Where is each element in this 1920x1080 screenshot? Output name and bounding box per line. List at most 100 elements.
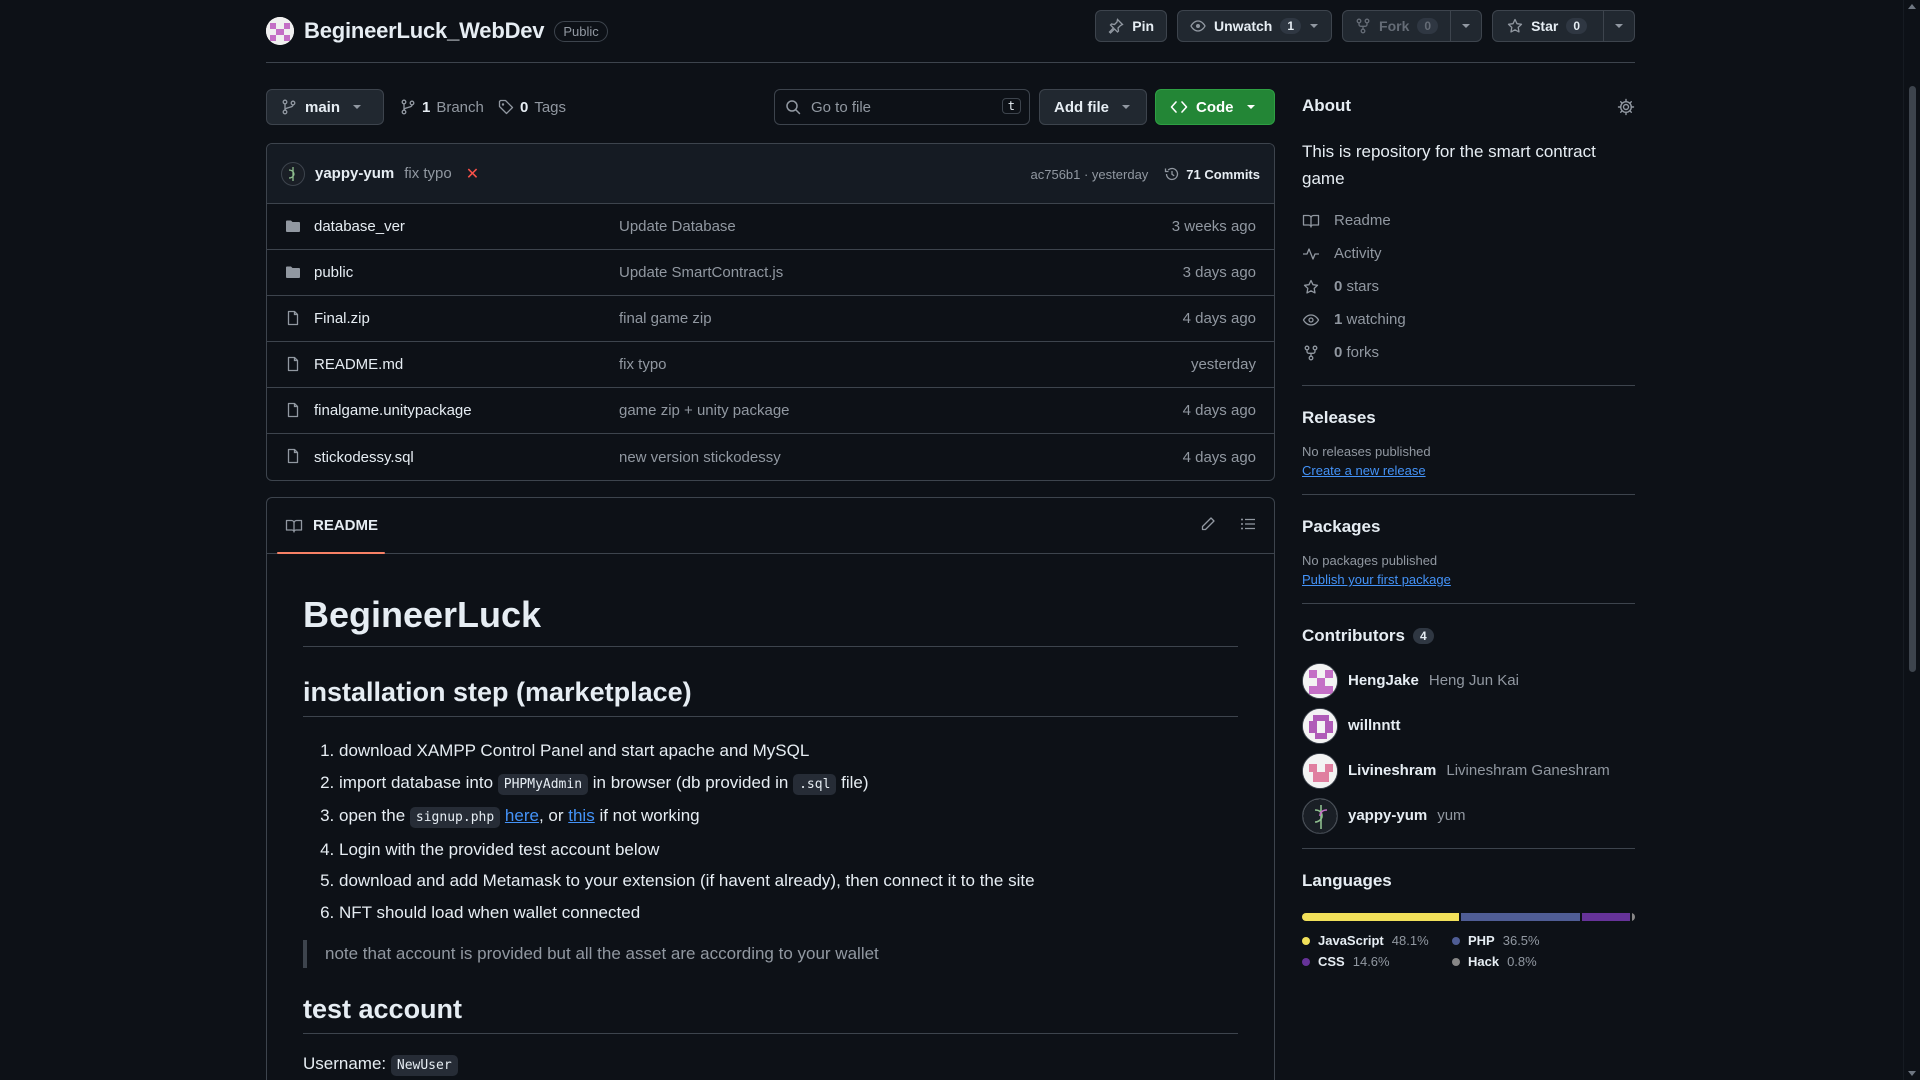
contributor-item[interactable]: HengJake Heng Jun Kai — [1302, 658, 1635, 703]
star-dropdown[interactable] — [1603, 11, 1634, 41]
file-date: 3 days ago — [1182, 264, 1256, 281]
language-item[interactable]: CSS 14.6% — [1302, 954, 1452, 969]
create-release-link[interactable]: Create a new release — [1302, 463, 1635, 478]
contributor-item[interactable]: Livineshram Livineshram Ganeshram — [1302, 748, 1635, 793]
branches-link[interactable]: 1 Branch — [400, 89, 484, 125]
file-name-link[interactable]: Final.zip — [314, 310, 370, 327]
file-row: finalgame.unitypackage game zip + unity p… — [267, 388, 1274, 434]
step-2-text-a: import database into — [339, 772, 498, 792]
language-item[interactable]: PHP 36.5% — [1452, 933, 1602, 948]
star-button[interactable]: Star 0 — [1493, 11, 1603, 41]
contributor-item[interactable]: yappy-yum yum — [1302, 793, 1635, 838]
watching-link[interactable]: 1 watching — [1302, 303, 1635, 336]
install-heading: installation step (marketplace) — [303, 677, 1238, 717]
publish-package-link[interactable]: Publish your first package — [1302, 572, 1635, 587]
file-commit-message[interactable]: final game zip — [619, 310, 712, 327]
commit-message[interactable]: fix typo — [404, 165, 452, 182]
commit-meta: ac756b1 · yesterday 71 Commits — [1031, 144, 1261, 204]
scroll-up-arrow[interactable] — [1908, 4, 1916, 9]
repo-name-link[interactable]: BegineerLuck_WebDev — [304, 18, 545, 44]
file-name-link[interactable]: database_ver — [314, 218, 405, 235]
file-commit-message[interactable]: game zip + unity package — [619, 402, 790, 419]
this-link[interactable]: this — [568, 806, 594, 825]
file-commit-message[interactable]: Update Database — [619, 218, 736, 235]
gear-icon[interactable] — [1617, 98, 1635, 116]
file-icon — [285, 356, 301, 372]
file-commit-message[interactable]: new version stickodessy — [619, 449, 781, 466]
readme-header: README — [267, 498, 1274, 554]
pin-button[interactable]: Pin — [1095, 10, 1168, 42]
contributor-login[interactable]: HengJake — [1348, 672, 1419, 689]
owner-avatar[interactable] — [266, 17, 294, 45]
contributors-heading[interactable]: Contributors 4 — [1302, 626, 1635, 646]
step-4: Login with the provided test account bel… — [339, 834, 1238, 866]
activity-link[interactable]: Activity — [1302, 237, 1635, 270]
unwatch-button[interactable]: Unwatch 1 — [1178, 11, 1331, 41]
language-name: JavaScript — [1318, 933, 1384, 948]
ci-failed-icon[interactable]: ✕ — [466, 164, 479, 184]
edit-pencil-icon[interactable] — [1200, 516, 1216, 532]
branches-label: Branch — [436, 98, 484, 116]
add-file-button[interactable]: Add file — [1039, 89, 1147, 125]
fork-icon — [1302, 345, 1320, 361]
language-item[interactable]: Hack 0.8% — [1452, 954, 1602, 969]
avatar[interactable] — [1302, 662, 1338, 699]
packages-heading[interactable]: Packages — [1302, 517, 1635, 537]
readme-link[interactable]: Readme — [1302, 204, 1635, 237]
file-row: Final.zip final game zip 4 days ago — [267, 296, 1274, 342]
file-commit-message[interactable]: Update SmartContract.js — [619, 264, 783, 281]
stars-link[interactable]: 0 stars — [1302, 270, 1635, 303]
forks-link[interactable]: 0 forks — [1302, 336, 1635, 369]
fork-button[interactable]: Fork 0 — [1343, 11, 1450, 41]
commits-history-link[interactable]: 71 Commits — [1164, 166, 1260, 182]
avatar[interactable] — [1302, 752, 1338, 789]
file-name-link[interactable]: public — [314, 264, 353, 281]
avatar[interactable] — [1302, 797, 1338, 834]
file-name-link[interactable]: stickodessy.sql — [314, 449, 414, 466]
contributor-login[interactable]: willnntt — [1348, 717, 1401, 734]
language-name: PHP — [1468, 933, 1495, 948]
file-date: 4 days ago — [1182, 310, 1256, 327]
repo-toolbar: main 1 Branch 0 Tags Go to file t Add fi… — [266, 89, 1275, 125]
page-scrollbar[interactable] — [1903, 0, 1920, 1080]
chevron-down-icon — [1121, 102, 1131, 112]
file-name-link[interactable]: finalgame.unitypackage — [314, 402, 472, 419]
contributor-item[interactable]: willnntt — [1302, 703, 1635, 748]
scroll-thumb[interactable] — [1909, 86, 1916, 672]
go-to-file-input[interactable]: Go to file t — [774, 89, 1030, 125]
avatar[interactable] — [1302, 707, 1338, 744]
fork-dropdown[interactable] — [1450, 11, 1481, 41]
commit-author-avatar[interactable] — [281, 161, 305, 186]
folder-icon — [285, 264, 301, 280]
activity-link-label: Activity — [1334, 245, 1382, 262]
readme-tab[interactable]: README — [313, 517, 378, 534]
contributor-login[interactable]: yappy-yum — [1348, 807, 1427, 824]
contributor-login[interactable]: Livineshram — [1348, 762, 1436, 779]
outline-list-icon[interactable] — [1240, 516, 1256, 532]
releases-heading[interactable]: Releases — [1302, 408, 1635, 428]
file-row: stickodessy.sql new version stickodessy 4 … — [267, 434, 1274, 480]
pin-label: Pin — [1132, 18, 1155, 34]
code-button[interactable]: Code — [1155, 89, 1275, 125]
commit-sha-time[interactable]: ac756b1 · yesterday — [1031, 167, 1149, 182]
book-icon — [1302, 213, 1320, 229]
language-item[interactable]: JavaScript 48.1% — [1302, 933, 1452, 948]
folder-icon — [285, 218, 301, 234]
chevron-down-icon — [352, 102, 362, 112]
repo-sidebar: About This is repository for the smart c… — [1302, 96, 1635, 969]
fork-button-group: Fork 0 — [1342, 10, 1483, 42]
file-name-link[interactable]: README.md — [314, 356, 403, 373]
branch-selector[interactable]: main — [266, 89, 384, 125]
username-label: Username: — [303, 1054, 391, 1073]
commit-author[interactable]: yappy-yum — [315, 165, 394, 182]
file-commit-message[interactable]: fix typo — [619, 356, 667, 373]
about-links: Readme Activity 0 stars 1 watching 0 for… — [1302, 204, 1635, 369]
scroll-down-arrow[interactable] — [1908, 1071, 1916, 1076]
tags-link[interactable]: 0 Tags — [498, 89, 566, 125]
search-icon — [785, 99, 801, 115]
branch-icon — [281, 99, 297, 115]
step-2-text-c: file) — [836, 772, 869, 792]
here-link[interactable]: here — [505, 806, 539, 825]
file-date: 3 weeks ago — [1171, 218, 1256, 235]
eye-icon — [1190, 18, 1206, 34]
